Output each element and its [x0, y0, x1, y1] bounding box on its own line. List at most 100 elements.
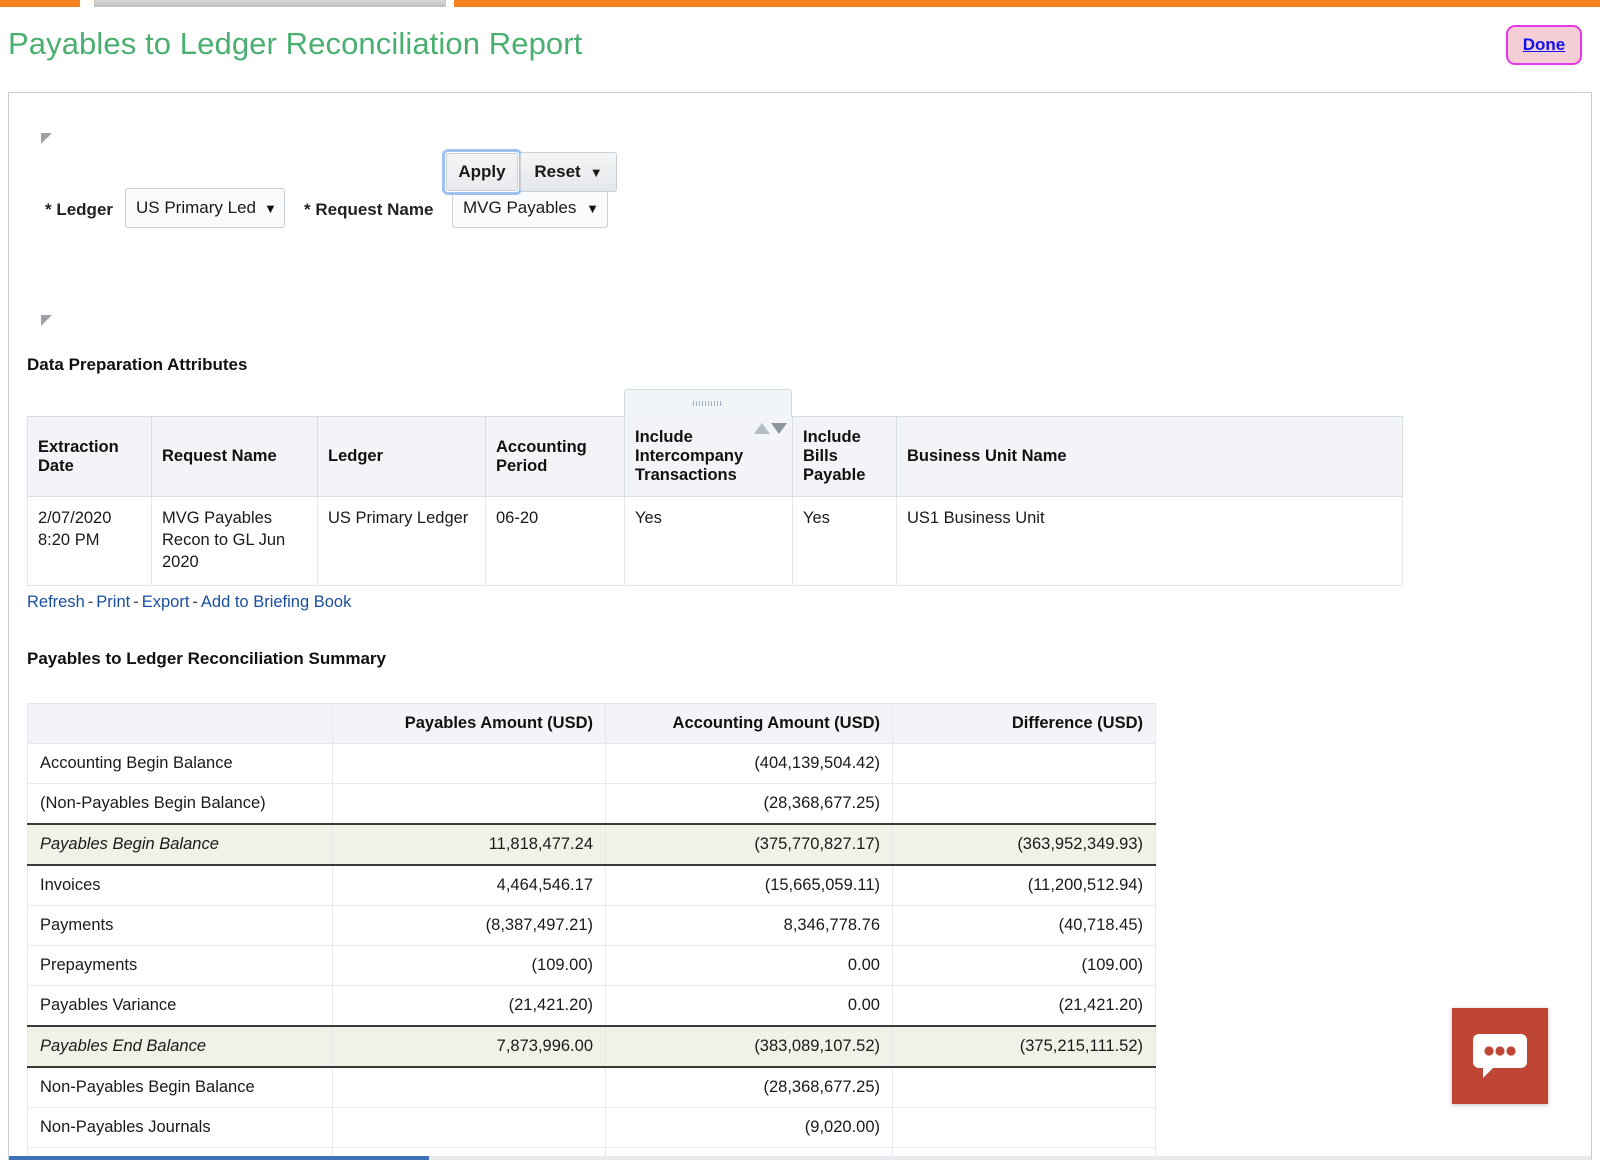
reset-button[interactable]: Reset ▼ — [520, 152, 617, 192]
summary-cell-accounting-amount[interactable]: (28,368,677.25) — [605, 1067, 893, 1108]
cell-request-name: MVG Payables Recon to GL Jun 2020 — [151, 496, 318, 586]
chat-widget-button[interactable] — [1452, 1008, 1548, 1104]
column-header-include-intercompany-transactions-label: Include Intercompany Transactions — [635, 428, 744, 484]
summary-cell-accounting-amount[interactable]: 8,346,778.76 — [605, 905, 893, 946]
column-header-request-name[interactable]: Request Name — [151, 416, 318, 497]
link-separator: - — [192, 593, 198, 611]
summary-cell-payables-amount[interactable]: 11,818,477.24 — [332, 823, 606, 866]
summary-cell-payables-amount[interactable]: (8,387,497.21) — [332, 905, 606, 946]
summary-header-row: Payables Amount (USD) Accounting Amount … — [27, 703, 1156, 744]
chevron-down-icon: ▼ — [263, 200, 277, 216]
column-header-extraction-date[interactable]: Extraction Date — [27, 416, 152, 497]
column-header-ledger[interactable]: Ledger — [317, 416, 486, 497]
summary-cell-difference[interactable]: (109.00) — [892, 945, 1156, 986]
summary-cell-payables-amount — [332, 783, 606, 825]
column-drag-handle[interactable] — [624, 389, 792, 417]
ledger-select[interactable]: US Primary Led ▼ — [125, 188, 285, 228]
data-preparation-attributes-heading: Data Preparation Attributes — [27, 355, 248, 374]
request-name-select-value: MVG Payables — [463, 198, 577, 217]
filter-section-disclosure-icon[interactable] — [41, 133, 52, 144]
summary-cell-accounting-amount[interactable]: (9,020.00) — [605, 1107, 893, 1148]
summary-cell-payables-amount — [332, 743, 606, 784]
reconciliation-summary-heading: Payables to Ledger Reconciliation Summar… — [27, 649, 387, 668]
summary-cell-accounting-amount[interactable]: (383,089,107.52) — [605, 1025, 893, 1068]
print-link[interactable]: Print — [96, 593, 130, 611]
summary-cell-payables-amount[interactable]: 7,873,996.00 — [332, 1025, 606, 1068]
reset-button-label: Reset — [534, 162, 581, 181]
summary-row-label: Payables End Balance — [27, 1025, 333, 1068]
sort-descending-icon[interactable] — [771, 423, 787, 434]
horizontal-scrollbar-track[interactable] — [9, 1156, 1591, 1160]
summary-table-body: Accounting Begin Balance (404,139,504.42)… — [27, 743, 1156, 1160]
table-row: Non-Payables Begin Balance (28,368,677.25… — [27, 1067, 1156, 1108]
summary-row-label: Accounting Begin Balance — [27, 743, 333, 784]
table-row: Payments (8,387,497.21) 8,346,778.76 (40,71… — [27, 905, 1156, 946]
cell-business-unit-name: US1 Business Unit — [896, 496, 1403, 586]
column-header-payables-amount[interactable]: Payables Amount (USD) — [332, 703, 606, 744]
column-header-summary-blank — [27, 703, 333, 744]
summary-row-label: Invoices — [27, 865, 333, 906]
browser-tab-gap-right — [446, 0, 454, 7]
filter-bar: * Ledger US Primary Led ▼ * Request Name… — [9, 188, 1591, 234]
summary-cell-payables-amount[interactable]: (21,421.20) — [332, 985, 606, 1027]
column-header-business-unit-name[interactable]: Business Unit Name — [896, 416, 1403, 497]
summary-cell-accounting-amount[interactable]: (28,368,677.25) — [605, 783, 893, 825]
summary-cell-accounting-amount[interactable]: (375,770,827.17) — [605, 823, 893, 866]
summary-cell-accounting-amount[interactable]: 0.00 — [605, 945, 893, 986]
refresh-link[interactable]: Refresh — [27, 593, 85, 611]
summary-cell-difference[interactable]: (11,200,512.94) — [892, 865, 1156, 906]
table-row: 2/07/2020 8:20 PM MVG Payables Recon to … — [27, 496, 1403, 586]
column-header-include-bills-payable[interactable]: Include Bills Payable — [792, 416, 897, 497]
summary-row-label: Prepayments — [27, 945, 333, 986]
column-header-accounting-amount[interactable]: Accounting Amount (USD) — [605, 703, 893, 744]
chevron-down-icon: ▼ — [589, 164, 603, 180]
done-button[interactable]: Done — [1506, 25, 1582, 65]
summary-row-label: Non-Payables Begin Balance — [27, 1067, 333, 1108]
summary-cell-difference[interactable]: (375,215,111.52) — [892, 1025, 1156, 1068]
table-action-links: Refresh - Print - Export - Add to Briefing Boo… — [27, 593, 351, 612]
export-link[interactable]: Export — [142, 593, 190, 611]
summary-cell-difference[interactable]: (40,718.45) — [892, 905, 1156, 946]
summary-cell-difference — [892, 783, 1156, 825]
ledger-label: * Ledger — [45, 200, 114, 219]
link-separator: - — [133, 593, 139, 611]
summary-cell-difference[interactable]: (21,421.20) — [892, 985, 1156, 1027]
grip-dots-icon — [693, 401, 723, 406]
summary-row-label: Payments — [27, 905, 333, 946]
table-row: Non-Payables Journals (9,020.00) — [27, 1107, 1156, 1148]
summary-cell-difference — [892, 1107, 1156, 1148]
horizontal-scrollbar-thumb[interactable] — [9, 1156, 429, 1160]
column-header-include-intercompany-transactions[interactable]: Include Intercompany Transactions — [624, 416, 793, 497]
table-row: (Non-Payables Begin Balance) (28,368,677.… — [27, 783, 1156, 825]
page-title: Payables to Ledger Reconciliation Report — [8, 26, 583, 61]
summary-cell-payables-amount[interactable]: (109.00) — [332, 945, 606, 986]
summary-cell-accounting-amount[interactable]: (15,665,059.11) — [605, 865, 893, 906]
report-content-panel: * Ledger US Primary Led ▼ * Request Name… — [8, 92, 1592, 1160]
reconciliation-summary-table: Payables Amount (USD) Accounting Amount … — [27, 703, 1156, 1160]
summary-cell-payables-amount[interactable]: 4,464,546.17 — [332, 865, 606, 906]
browser-tab-inactive[interactable] — [94, 0, 446, 7]
summary-row-label: Payables Variance — [27, 985, 333, 1027]
add-to-briefing-book-link[interactable]: Add to Briefing Book — [201, 593, 351, 611]
summary-cell-difference — [892, 743, 1156, 784]
column-header-difference[interactable]: Difference (USD) — [892, 703, 1156, 744]
cell-include-bills-payable: Yes — [792, 496, 897, 586]
apply-button[interactable]: Apply — [446, 153, 518, 191]
ledger-select-value: US Primary Led — [136, 198, 256, 217]
summary-cell-accounting-amount[interactable]: (404,139,504.42) — [605, 743, 893, 784]
summary-cell-difference[interactable]: (363,952,349.93) — [892, 823, 1156, 866]
chevron-down-icon: ▼ — [586, 200, 599, 216]
page-header: Payables to Ledger Reconciliation Report… — [0, 7, 1600, 89]
sort-ascending-icon[interactable] — [754, 423, 770, 434]
link-separator: - — [87, 593, 94, 611]
data-section-disclosure-icon[interactable] — [41, 315, 52, 326]
sort-arrows[interactable] — [754, 423, 787, 434]
summary-cell-payables-amount — [332, 1067, 606, 1108]
table-row: Prepayments (109.00) 0.00 (109.00) — [27, 945, 1156, 986]
cell-ledger: US Primary Ledger — [317, 496, 486, 586]
summary-row-label: Payables Begin Balance — [27, 823, 333, 866]
summary-total-row: Payables End Balance 7,873,996.00 (383,089… — [27, 1025, 1156, 1068]
summary-cell-accounting-amount[interactable]: 0.00 — [605, 985, 893, 1027]
summary-total-row: Payables Begin Balance 11,818,477.24 (375,… — [27, 823, 1156, 866]
column-header-accounting-period[interactable]: Accounting Period — [485, 416, 625, 497]
